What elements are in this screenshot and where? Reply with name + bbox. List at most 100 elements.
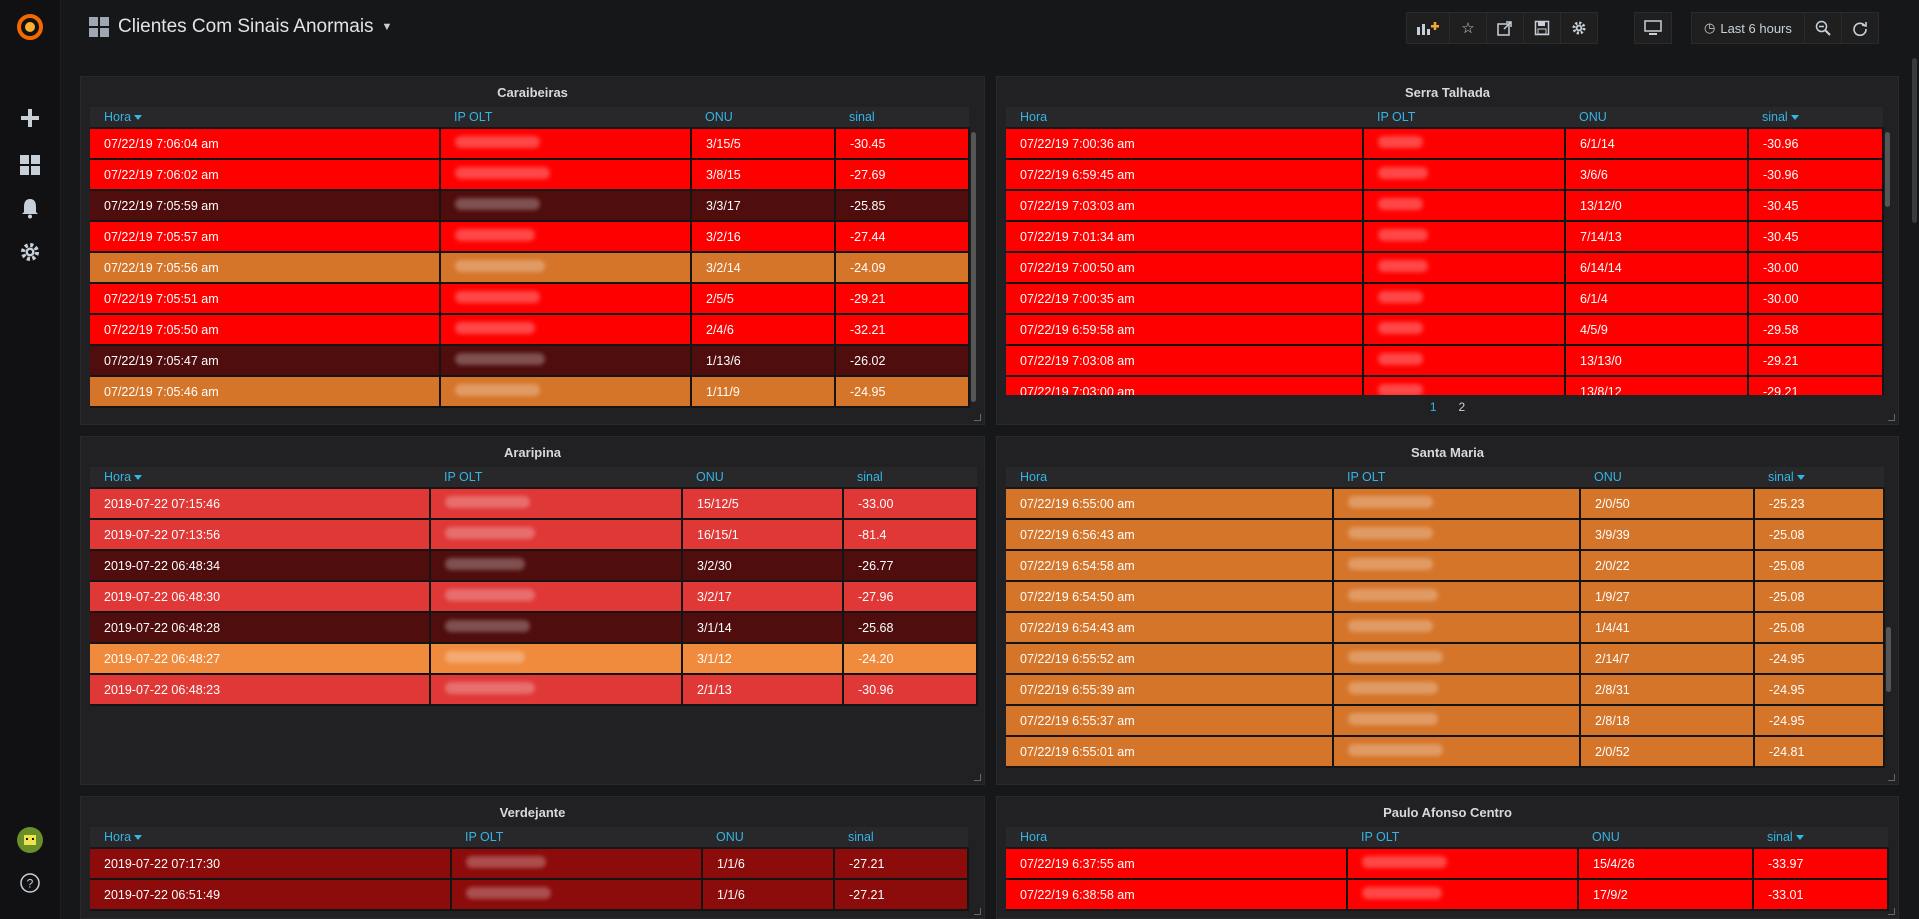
table-row[interactable]: 07/22/19 7:05:57 am 3/2/16 -27.44 xyxy=(90,221,970,253)
table-row[interactable]: 2019-07-22 06:48:28 3/1/14 -25.68 xyxy=(90,612,978,644)
column-header[interactable]: sinal xyxy=(1753,827,1888,849)
bell-icon[interactable] xyxy=(15,193,45,223)
panel-resize-handle[interactable] xyxy=(974,774,981,781)
table-row[interactable]: 07/22/19 6:37:55 am 15/4/26 -33.97 xyxy=(1006,848,1889,880)
column-header[interactable]: ONU xyxy=(1578,827,1753,849)
panel-title[interactable]: Araripina xyxy=(81,445,984,460)
column-header[interactable]: ONU xyxy=(682,467,843,489)
panel-resize-handle[interactable] xyxy=(974,414,981,421)
table-row[interactable]: 07/22/19 6:54:50 am 1/9/27 -25.08 xyxy=(1006,581,1885,613)
panel-title[interactable]: Verdejante xyxy=(81,805,984,820)
redacted-ip-blur xyxy=(1348,527,1433,539)
page-scrollbar[interactable] xyxy=(1912,58,1917,223)
table-row[interactable]: 07/22/19 6:59:58 am 4/5/9 -29.58 xyxy=(1006,314,1884,346)
panel-scrollbar[interactable] xyxy=(1886,627,1891,692)
column-header[interactable]: IP OLT xyxy=(451,827,702,849)
column-header[interactable]: Hora xyxy=(1006,467,1333,489)
cycle-view-mode-button[interactable] xyxy=(1634,12,1672,44)
panel-resize-handle[interactable] xyxy=(1888,414,1895,421)
table-row[interactable]: 2019-07-22 07:15:46 15/12/5 -33.00 xyxy=(90,488,978,520)
zoom-out-button[interactable] xyxy=(1803,12,1842,44)
panel-resize-handle[interactable] xyxy=(974,908,981,915)
table-row[interactable]: 07/22/19 6:54:58 am 2/0/22 -25.08 xyxy=(1006,550,1885,582)
column-header[interactable]: IP OLT xyxy=(1347,827,1578,849)
table-row[interactable]: 07/22/19 6:55:52 am 2/14/7 -24.95 xyxy=(1006,643,1885,675)
save-button[interactable] xyxy=(1523,12,1561,44)
table-row[interactable]: 07/22/19 7:03:08 am 13/13/0 -29.21 xyxy=(1006,345,1884,377)
cell-hora: 07/22/19 7:06:04 am xyxy=(90,128,441,160)
table-row[interactable]: 07/22/19 7:05:51 am 2/5/5 -29.21 xyxy=(90,283,970,315)
column-header[interactable]: IP OLT xyxy=(1333,467,1580,489)
panel-scrollbar[interactable] xyxy=(1885,132,1890,207)
table-row[interactable]: 07/22/19 7:05:59 am 3/3/17 -25.85 xyxy=(90,190,970,222)
table-row[interactable]: 2019-07-22 06:51:49 1/1/6 -27.21 xyxy=(90,879,969,911)
help-icon[interactable]: ? xyxy=(15,868,45,898)
column-header[interactable]: Hora xyxy=(1006,107,1363,129)
table-row[interactable]: 07/22/19 6:55:00 am 2/0/50 -25.23 xyxy=(1006,488,1885,520)
column-header[interactable]: ONU xyxy=(1565,107,1748,129)
panel-resize-handle[interactable] xyxy=(1888,774,1895,781)
table-row[interactable]: 07/22/19 6:54:43 am 1/4/41 -25.08 xyxy=(1006,612,1885,644)
panel-title[interactable]: Santa Maria xyxy=(997,445,1898,460)
panel-scrollbar[interactable] xyxy=(971,132,976,402)
column-header[interactable]: ONU xyxy=(702,827,834,849)
page-link[interactable]: 2 xyxy=(1459,400,1466,414)
time-picker-button[interactable]: ◷ Last 6 hours xyxy=(1691,12,1805,44)
table-row[interactable]: 07/22/19 7:05:47 am 1/13/6 -26.02 xyxy=(90,345,970,377)
table-row[interactable]: 07/22/19 7:01:34 am 7/14/13 -30.45 xyxy=(1006,221,1884,253)
table-row[interactable]: 07/22/19 7:00:36 am 6/1/14 -30.96 xyxy=(1006,128,1884,160)
table-row[interactable]: 2019-07-22 07:17:30 1/1/6 -27.21 xyxy=(90,848,969,880)
dashboards-icon[interactable] xyxy=(15,150,45,180)
table-row[interactable]: 07/22/19 6:59:45 am 3/6/6 -30.96 xyxy=(1006,159,1884,191)
column-header[interactable]: Hora xyxy=(90,107,440,129)
add-panel-button[interactable] xyxy=(1406,12,1450,44)
table-row[interactable]: 07/22/19 7:05:56 am 3/2/14 -24.09 xyxy=(90,252,970,284)
panel-title[interactable]: Paulo Afonso Centro xyxy=(997,805,1898,820)
table-row[interactable]: 2019-07-22 07:13:56 16/15/1 -81.4 xyxy=(90,519,978,551)
column-header[interactable]: Hora xyxy=(90,467,430,489)
column-header[interactable]: ONU xyxy=(691,107,835,129)
redacted-ip-blur xyxy=(1362,856,1447,868)
table-row[interactable]: 2019-07-22 06:48:34 3/2/30 -26.77 xyxy=(90,550,978,582)
dashboard-picker[interactable]: Clientes Com Sinais Anormais ▼ xyxy=(88,16,392,38)
table-row[interactable]: 2019-07-22 06:48:27 3/1/12 -24.20 xyxy=(90,643,978,675)
column-header[interactable]: IP OLT xyxy=(440,107,691,129)
table-row[interactable]: 07/22/19 7:00:35 am 6/1/4 -30.00 xyxy=(1006,283,1884,315)
column-header[interactable]: sinal xyxy=(843,467,977,489)
column-header[interactable]: ONU xyxy=(1580,467,1754,489)
star-button[interactable]: ☆ xyxy=(1449,12,1487,44)
column-header[interactable]: sinal xyxy=(834,827,968,849)
column-header[interactable]: sinal xyxy=(1754,467,1884,489)
table-row[interactable]: 2019-07-22 06:48:30 3/2/17 -27.96 xyxy=(90,581,978,613)
table-row[interactable]: 2019-07-22 06:48:23 2/1/13 -30.96 xyxy=(90,674,978,706)
gear-icon[interactable] xyxy=(15,237,45,267)
panel-resize-handle[interactable] xyxy=(1888,908,1895,915)
table-row[interactable]: 07/22/19 7:06:04 am 3/15/5 -30.45 xyxy=(90,128,970,160)
column-header[interactable]: IP OLT xyxy=(430,467,682,489)
column-header[interactable]: sinal xyxy=(835,107,969,129)
table-row[interactable]: 07/22/19 7:05:50 am 2/4/6 -32.21 xyxy=(90,314,970,346)
column-header[interactable]: sinal xyxy=(1748,107,1883,129)
table-row[interactable]: 07/22/19 6:56:43 am 3/9/39 -25.08 xyxy=(1006,519,1885,551)
panel-title[interactable]: Serra Talhada xyxy=(997,85,1898,100)
refresh-button[interactable] xyxy=(1840,12,1879,44)
column-header[interactable]: IP OLT xyxy=(1363,107,1565,129)
share-button[interactable] xyxy=(1486,12,1524,44)
page-link[interactable]: 1 xyxy=(1430,400,1437,414)
plus-icon[interactable] xyxy=(15,103,45,133)
table-row[interactable]: 07/22/19 7:03:03 am 13/12/0 -30.45 xyxy=(1006,190,1884,222)
column-header[interactable]: Hora xyxy=(1006,827,1347,849)
table-row[interactable]: 07/22/19 6:38:58 am 17/9/2 -33.01 xyxy=(1006,879,1889,911)
table-row[interactable]: 07/22/19 7:05:46 am 1/11/9 -24.95 xyxy=(90,376,970,408)
avatar[interactable] xyxy=(15,825,45,855)
column-header[interactable]: Hora xyxy=(90,827,451,849)
table-row[interactable]: 07/22/19 6:55:39 am 2/8/31 -24.95 xyxy=(1006,674,1885,706)
table-row[interactable]: 07/22/19 6:55:37 am 2/8/18 -24.95 xyxy=(1006,705,1885,737)
panel-title[interactable]: Caraibeiras xyxy=(81,85,984,100)
cell-ip-olt xyxy=(1363,345,1566,377)
settings-button[interactable] xyxy=(1560,12,1598,44)
table-row[interactable]: 07/22/19 7:00:50 am 6/14/14 -30.00 xyxy=(1006,252,1884,284)
table-row[interactable]: 07/22/19 7:06:02 am 3/8/15 -27.69 xyxy=(90,159,970,191)
grafana-logo-icon[interactable] xyxy=(15,12,45,42)
table-row[interactable]: 07/22/19 6:55:01 am 2/0/52 -24.81 xyxy=(1006,736,1885,768)
